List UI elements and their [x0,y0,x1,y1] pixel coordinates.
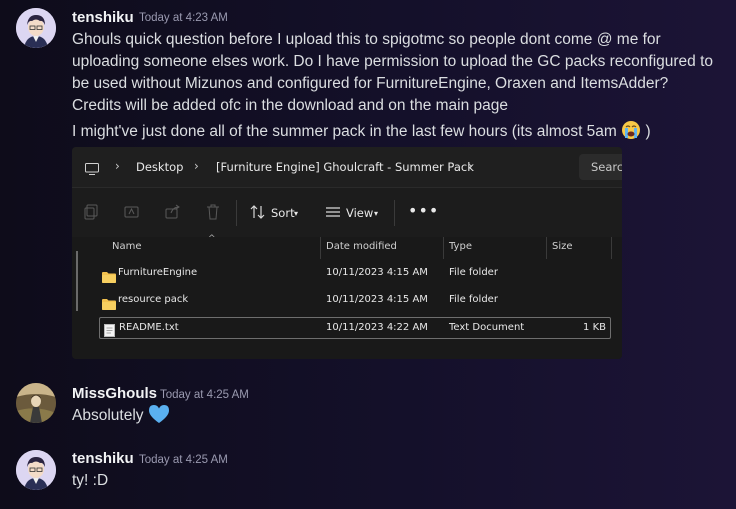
message-text: Absolutely [72,407,144,424]
message-text: ) [645,123,651,140]
message-line: Absolutely [72,404,170,431]
file-name: README.txt [119,322,179,333]
file-date: 10/11/2023 4:22 AM [326,322,428,333]
timestamp: Today at 4:25 AM [139,454,228,466]
username[interactable]: MissGhouls [72,385,157,402]
chevron-right-icon: › [468,159,473,173]
more-options-icon[interactable]: ••• [408,201,439,220]
file-date: 10/11/2023 4:15 AM [326,294,428,305]
message-line: be used without Mizunos and configured f… [72,75,669,92]
chevron-down-icon[interactable]: ▾ [294,209,298,218]
explorer-screenshot[interactable]: › Desktop › [Furniture Engine] Ghoulcraf… [72,147,622,359]
toolbar-divider [394,200,395,226]
file-row[interactable]: resource pack 10/11/2023 4:15 AM File fo… [99,290,611,312]
message-line: uploading someone elses work. Do I have … [72,53,714,70]
chevron-right-icon: › [194,159,199,173]
scrollbar[interactable] [76,251,78,311]
search-input[interactable]: Search [579,154,622,180]
username[interactable]: tenshiku [72,9,134,26]
timestamp: Today at 4:25 AM [160,389,249,401]
monitor-icon [85,160,99,179]
sort-button[interactable]: Sort [271,206,295,220]
breadcrumb-folder[interactable]: [Furniture Engine] Ghoulcraft - Summer P… [216,160,474,174]
sort-icon[interactable] [250,204,266,220]
toolbar: Sort ▾ View ▾ ••• [72,187,622,238]
message-line: ty! :D [72,472,109,489]
message-line: I might've just done all of the summer p… [72,120,651,147]
column-header-name[interactable]: Name [112,237,142,259]
file-name: FurnitureEngine [118,267,198,278]
column-divider[interactable] [546,237,547,259]
file-name: resource pack [118,294,189,305]
chevron-right-icon: › [115,159,120,173]
folder-icon [102,295,116,310]
avatar[interactable] [16,8,56,48]
search-placeholder: Search [591,160,622,174]
sort-indicator-icon: ^ [208,234,216,244]
file-row[interactable]: FurnitureEngine 10/11/2023 4:15 AM File … [99,263,611,285]
file-row[interactable]: README.txt 10/11/2023 4:22 AM Text Docum… [99,317,611,339]
copy-icon[interactable] [84,204,100,220]
file-type: File folder [449,267,498,278]
rename-icon[interactable] [124,204,140,220]
view-button[interactable]: View [346,206,373,220]
toolbar-divider [236,200,237,226]
column-header-date[interactable]: Date modified [326,237,397,259]
file-size: 1 KB [583,322,606,333]
column-header-type[interactable]: Type [449,237,472,259]
timestamp: Today at 4:23 AM [139,12,228,24]
breadcrumb-desktop[interactable]: Desktop [136,160,183,174]
address-bar: › Desktop › [Furniture Engine] Ghoulcraf… [72,147,622,187]
chevron-down-icon[interactable]: ▾ [374,209,378,218]
message-line: Ghouls quick question before I upload th… [72,31,661,48]
folder-icon [102,268,116,283]
file-type: File folder [449,294,498,305]
column-header-size[interactable]: Size [552,237,573,259]
avatar[interactable] [16,383,56,423]
text-file-icon [104,322,118,337]
column-divider[interactable] [611,237,612,259]
avatar[interactable] [16,450,56,490]
column-divider[interactable] [320,237,321,259]
loudly-crying-face-icon [621,120,641,147]
view-icon[interactable] [325,204,341,220]
file-list: Name ^ Date modified Type Size Furniture… [72,234,622,359]
file-date: 10/11/2023 4:15 AM [326,267,428,278]
message-text: I might've just done all of the summer p… [72,123,617,140]
file-type: Text Document [449,322,525,333]
blue-heart-icon [148,404,170,431]
username[interactable]: tenshiku [72,450,134,467]
column-divider[interactable] [443,237,444,259]
share-icon[interactable] [165,204,181,220]
message-line: Credits will be added ofc in the downloa… [72,97,509,114]
delete-icon[interactable] [206,204,222,220]
